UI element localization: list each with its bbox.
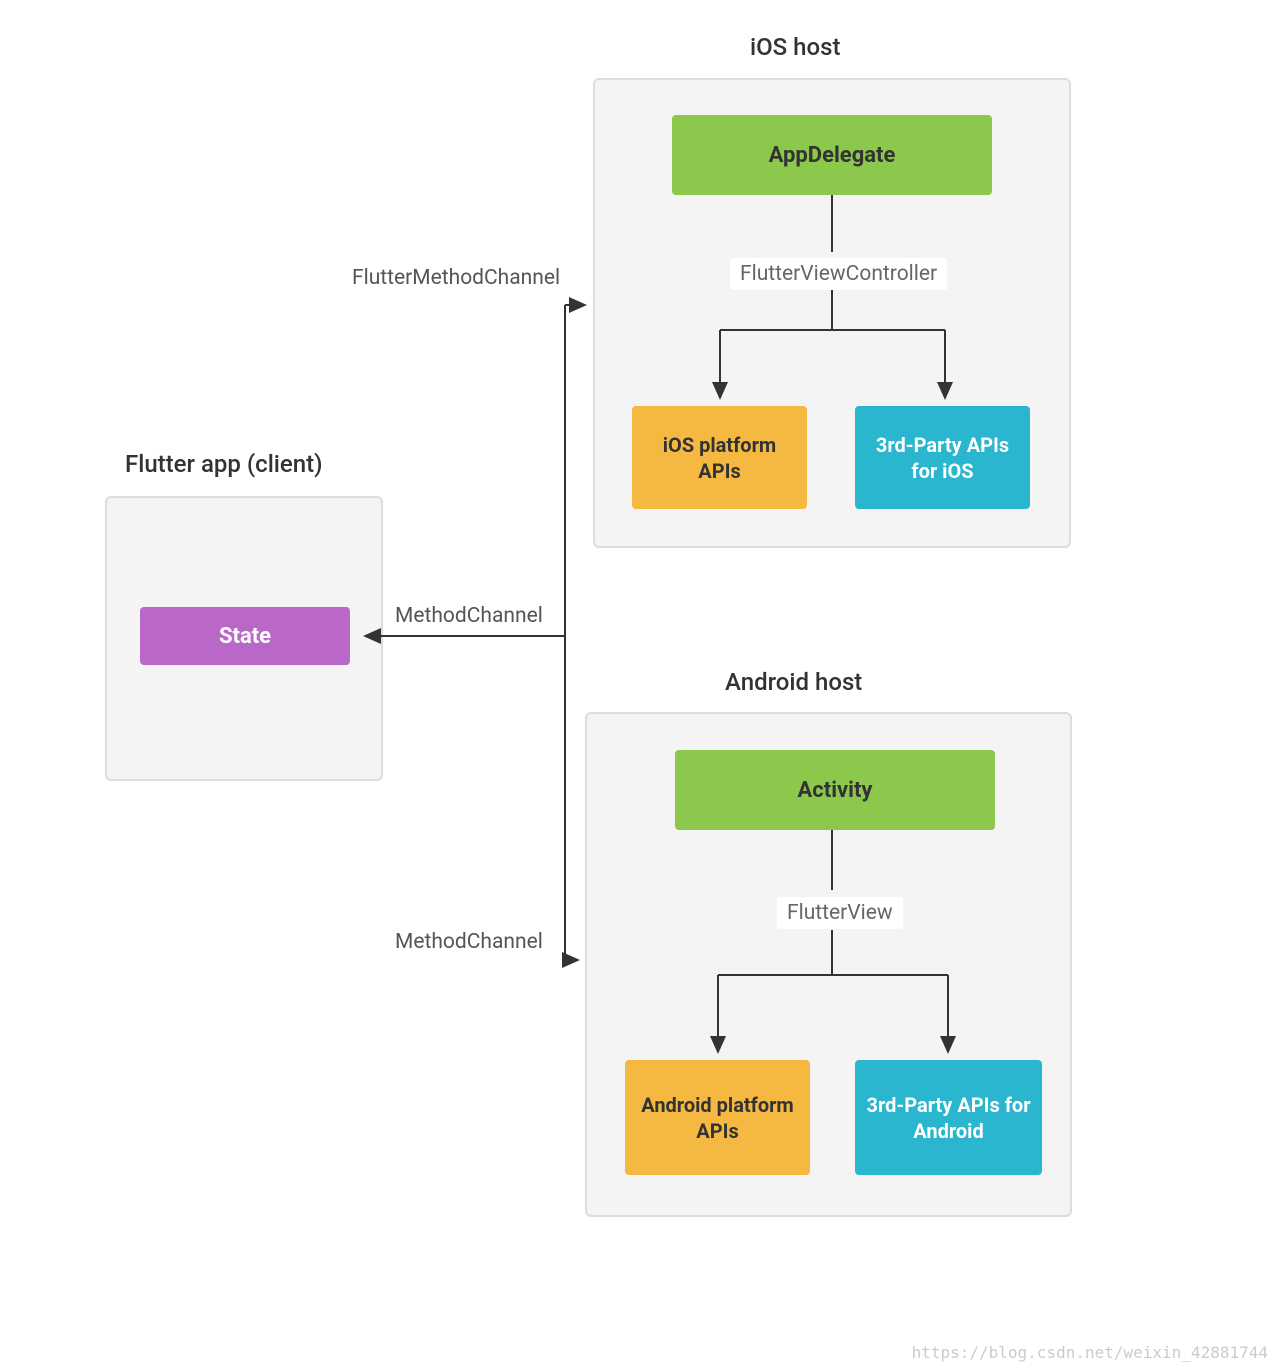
methodchannel-label-1: MethodChannel — [395, 604, 543, 628]
ios-flutterviewcontroller-label: FlutterViewController — [730, 258, 947, 290]
architecture-diagram: Flutter app (client) State iOS host AppD… — [0, 0, 1278, 1368]
ios-thirdparty-apis: 3rd-Party APIs for iOS — [855, 406, 1030, 509]
ios-appdelegate: AppDelegate — [672, 115, 992, 195]
android-platform-apis: Android platform APIs — [625, 1060, 810, 1175]
android-title: Android host — [725, 668, 862, 696]
android-activity: Activity — [675, 750, 995, 830]
android-flutterview-label: FlutterView — [777, 897, 903, 929]
methodchannel-label-2: MethodChannel — [395, 930, 543, 954]
ios-title: iOS host — [750, 33, 840, 61]
watermark: https://blog.csdn.net/weixin_42881744 — [912, 1343, 1268, 1362]
client-title: Flutter app (client) — [125, 450, 323, 478]
state-box: State — [140, 607, 350, 665]
ios-platform-apis: iOS platform APIs — [632, 406, 807, 509]
android-thirdparty-apis: 3rd-Party APIs for Android — [855, 1060, 1042, 1175]
fluttermethodchannel-label: FlutterMethodChannel — [352, 266, 560, 290]
